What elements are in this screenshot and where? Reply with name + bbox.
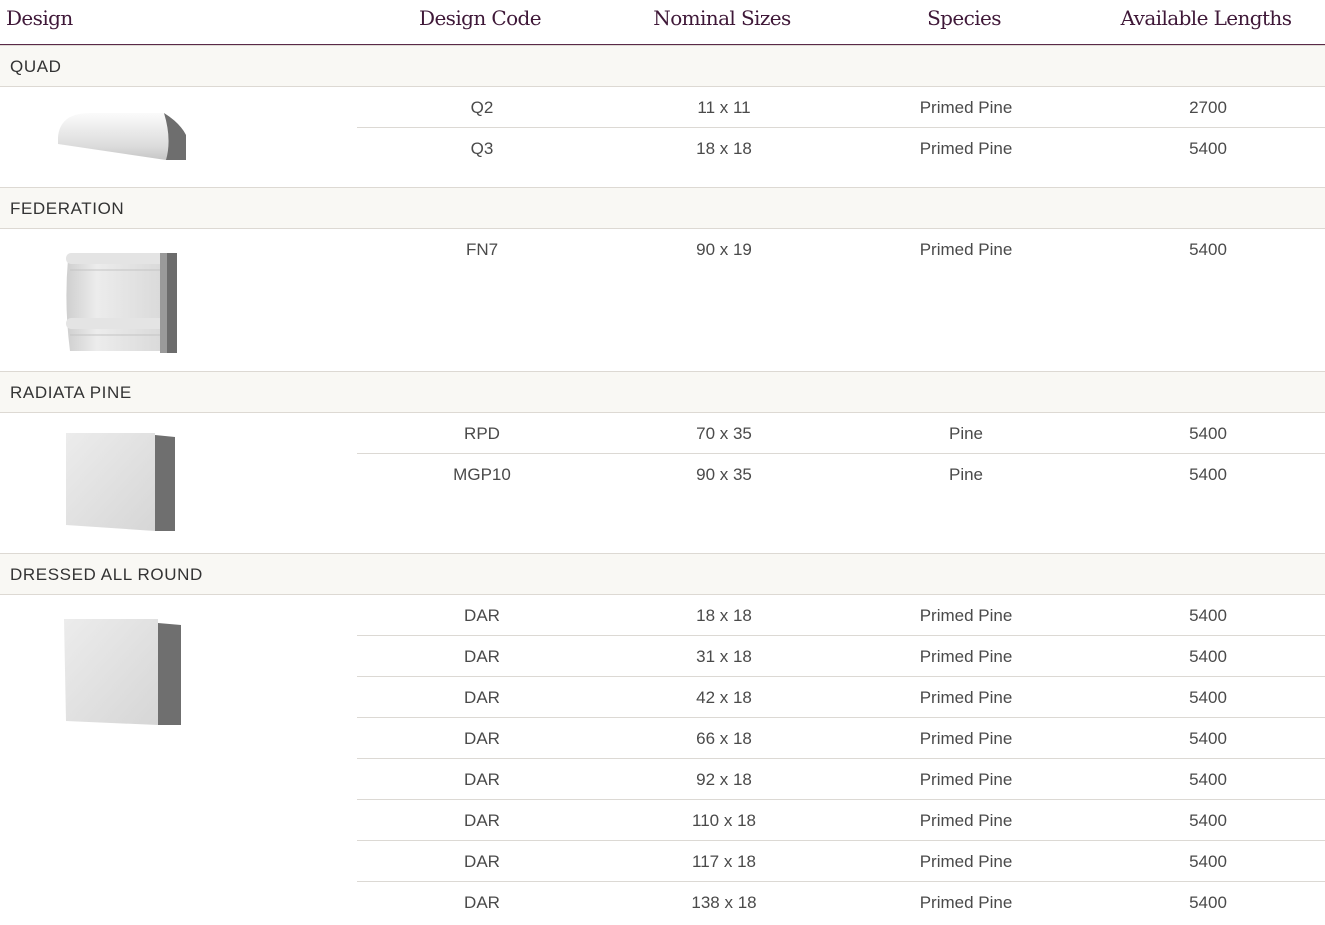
section-label: RADIATA PINE <box>10 383 132 402</box>
species-cell: Primed Pine <box>919 240 1013 259</box>
section-body-radiata-pine: RPD 70 x 35 Pine 5400 MGP10 90 x 35 Pine… <box>0 413 1325 553</box>
length-cell: 5400 <box>1189 424 1227 443</box>
section-body-federation: FN7 90 x 19 Primed Pine 5400 <box>0 229 1325 371</box>
header-available-lengths: Available Lengths <box>1120 6 1292 30</box>
nominal-size-cell: 70 x 35 <box>696 424 752 443</box>
nominal-size-cell: 90 x 35 <box>696 465 752 484</box>
design-code-cell: RPD <box>464 424 500 443</box>
nominal-size-cell: 92 x 18 <box>696 770 752 789</box>
section-label: FEDERATION <box>10 199 125 218</box>
header-nominal-sizes: Nominal Sizes <box>653 6 791 30</box>
nominal-size-cell: 31 x 18 <box>696 647 752 666</box>
header-species: Species <box>927 6 1001 30</box>
design-code-cell: DAR <box>464 688 500 707</box>
nominal-size-cell: 11 x 11 <box>697 98 751 117</box>
table-row: DAR 31 x 18 Primed Pine 5400 <box>357 636 1325 677</box>
length-cell: 5400 <box>1189 606 1227 625</box>
design-code-cell: DAR <box>464 606 500 625</box>
species-cell: Primed Pine <box>919 811 1013 830</box>
species-cell: Primed Pine <box>919 647 1013 666</box>
design-code-cell: DAR <box>464 770 500 789</box>
nominal-size-cell: 66 x 18 <box>696 729 752 748</box>
length-cell: 5400 <box>1189 729 1227 748</box>
species-cell: Primed Pine <box>919 770 1013 789</box>
design-code-cell: FN7 <box>465 240 499 259</box>
table-row: DAR 66 x 18 Primed Pine 5400 <box>357 718 1325 759</box>
nominal-size-cell: 110 x 18 <box>692 811 756 830</box>
design-code-cell: DAR <box>464 893 500 912</box>
section-header-radiata-pine: RADIATA PINE <box>0 371 1325 413</box>
length-cell: 5400 <box>1189 893 1227 912</box>
section-header-dressed-all-round: DRESSED ALL ROUND <box>0 553 1325 595</box>
table-row: DAR 42 x 18 Primed Pine 5400 <box>357 677 1325 718</box>
section-header-federation: FEDERATION <box>0 187 1325 229</box>
design-code-cell: Q3 <box>470 139 494 158</box>
design-code-cell: Q2 <box>470 98 494 117</box>
federation-profile-image <box>0 229 357 376</box>
length-cell: 5400 <box>1189 770 1227 789</box>
table-row: FN7 90 x 19 Primed Pine 5400 <box>357 229 1325 269</box>
radiata-pine-profile-image <box>0 413 357 558</box>
nominal-size-cell: 138 x 18 <box>691 893 757 912</box>
design-code-cell: DAR <box>464 647 500 666</box>
table-row: Q2 11 x 11 Primed Pine 2700 <box>357 87 1325 128</box>
species-cell: Primed Pine <box>919 688 1013 707</box>
length-cell: 5400 <box>1189 240 1227 259</box>
section-body-quad: Q2 11 x 11 Primed Pine 2700 Q3 18 x 18 P… <box>0 87 1325 187</box>
design-code-cell: DAR <box>464 852 500 871</box>
nominal-size-cell: 18 x 18 <box>696 139 752 158</box>
length-cell: 5400 <box>1189 465 1227 484</box>
nominal-size-cell: 117 x 18 <box>692 852 756 871</box>
design-code-cell: DAR <box>464 811 500 830</box>
table-row: DAR 138 x 18 Primed Pine 5400 <box>357 882 1325 922</box>
species-cell: Primed Pine <box>919 606 1013 625</box>
table-row: DAR 117 x 18 Primed Pine 5400 <box>357 841 1325 882</box>
section-label: DRESSED ALL ROUND <box>10 565 203 584</box>
table-row: Q3 18 x 18 Primed Pine 5400 <box>357 128 1325 168</box>
table-row: DAR 18 x 18 Primed Pine 5400 <box>357 595 1325 636</box>
species-cell: Pine <box>948 465 984 484</box>
nominal-size-cell: 18 x 18 <box>696 606 752 625</box>
quad-profile-image <box>0 87 357 192</box>
table-row: MGP10 90 x 35 Pine 5400 <box>357 454 1325 494</box>
species-cell: Primed Pine <box>919 139 1013 158</box>
section-body-dressed-all-round: DAR 18 x 18 Primed Pine 5400 DAR 31 x 18… <box>0 595 1325 925</box>
header-design: Design <box>6 6 73 30</box>
nominal-size-cell: 90 x 19 <box>696 240 752 259</box>
length-cell: 5400 <box>1189 647 1227 666</box>
section-header-quad: QUAD <box>0 45 1325 87</box>
species-cell: Pine <box>948 424 984 443</box>
table-row: RPD 70 x 35 Pine 5400 <box>357 413 1325 454</box>
table-row: DAR 92 x 18 Primed Pine 5400 <box>357 759 1325 800</box>
design-code-cell: MGP10 <box>453 465 511 484</box>
section-label: QUAD <box>10 57 62 76</box>
species-cell: Primed Pine <box>919 729 1013 748</box>
header-design-code: Design Code <box>419 6 542 30</box>
length-cell: 5400 <box>1189 811 1227 830</box>
design-code-cell: DAR <box>464 729 500 748</box>
dressed-all-round-profile-image <box>0 595 357 740</box>
product-table: Design Design Code Nominal Sizes Species… <box>0 0 1325 925</box>
species-cell: Primed Pine <box>919 893 1013 912</box>
length-cell: 2700 <box>1189 98 1227 117</box>
length-cell: 5400 <box>1189 688 1227 707</box>
species-cell: Primed Pine <box>919 98 1013 117</box>
table-header: Design Design Code Nominal Sizes Species… <box>0 0 1325 45</box>
length-cell: 5400 <box>1189 139 1227 158</box>
species-cell: Primed Pine <box>919 852 1013 871</box>
nominal-size-cell: 42 x 18 <box>696 688 752 707</box>
length-cell: 5400 <box>1189 852 1227 871</box>
table-row: DAR 110 x 18 Primed Pine 5400 <box>357 800 1325 841</box>
